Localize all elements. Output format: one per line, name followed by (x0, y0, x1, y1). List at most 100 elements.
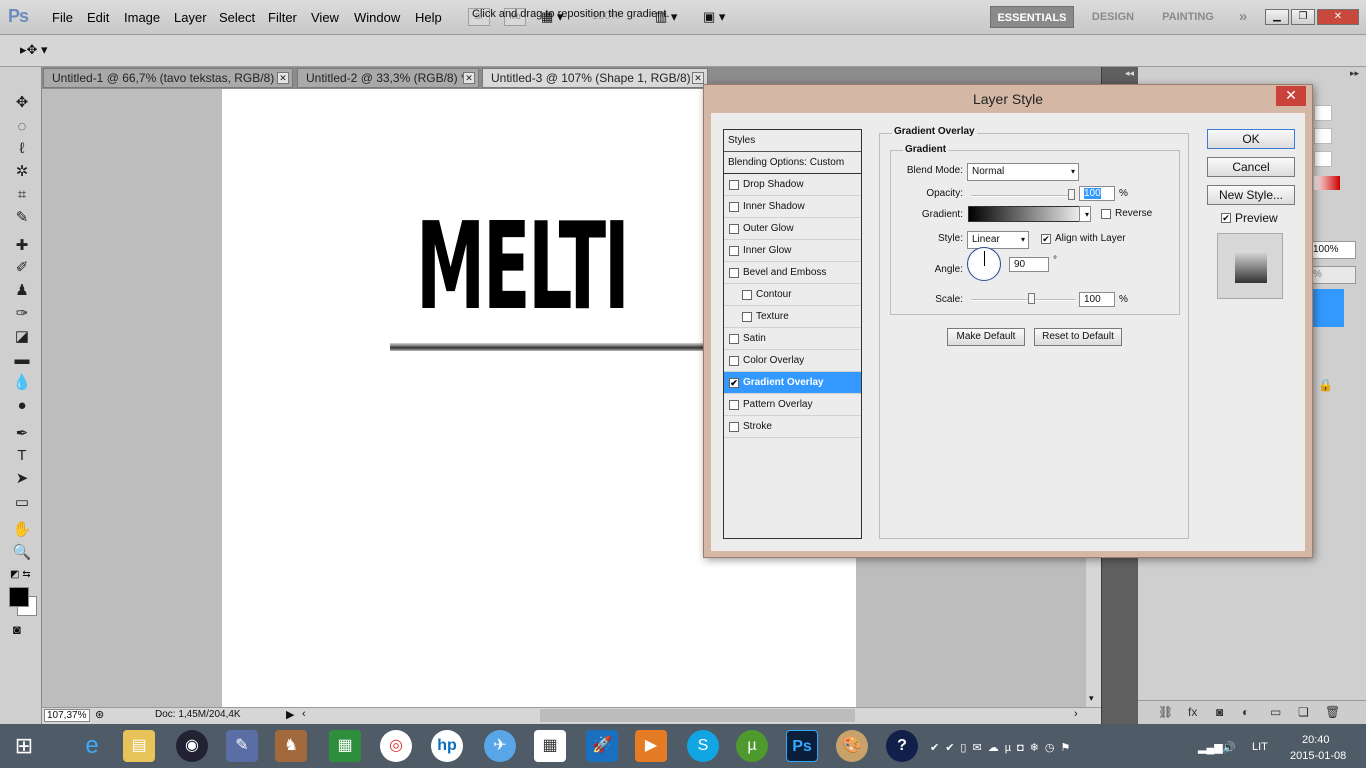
color-ramp[interactable] (1314, 176, 1340, 190)
brush-tool-icon[interactable]: ✐ (11, 258, 33, 278)
style-checkbox[interactable]: ✔ (729, 378, 739, 388)
align-with-layer-checkbox[interactable]: ✔ (1041, 234, 1051, 244)
workspace-essentials[interactable]: ESSENTIALS (990, 6, 1074, 28)
style-checkbox[interactable] (729, 422, 739, 432)
ok-button[interactable]: OK (1207, 129, 1295, 149)
history-brush-icon[interactable]: ✑ (11, 304, 33, 324)
clock-time[interactable]: 20:40 (1302, 734, 1330, 746)
dodge-tool-icon[interactable]: ● (11, 396, 33, 416)
fx-icon[interactable]: fx (1188, 705, 1197, 719)
internet-explorer-icon[interactable]: e (76, 730, 108, 762)
style-row-inner-shadow[interactable]: Inner Shadow (724, 196, 861, 218)
eraser-icon[interactable]: ◪ (11, 327, 33, 347)
reverse-checkbox[interactable] (1101, 209, 1111, 219)
paint-icon[interactable]: 🎨 (836, 730, 868, 762)
collapse-panels-icon[interactable]: ◂◂ (1125, 68, 1134, 79)
menu-file[interactable]: File (52, 10, 73, 25)
add-mask-icon[interactable]: ◙ (1216, 705, 1223, 719)
scroll-down-icon[interactable]: ▾ (1089, 693, 1094, 704)
style-row-gradient-overlay[interactable]: ✔ Gradient Overlay (724, 372, 861, 394)
opacity-field[interactable]: 100% (1310, 241, 1356, 259)
style-row-bevel-and-emboss[interactable]: Bevel and Emboss (724, 262, 861, 284)
move-tool-icon[interactable]: ✥ (11, 93, 33, 113)
minimize-icon[interactable]: ▁ (1265, 9, 1289, 25)
style-checkbox[interactable] (742, 312, 752, 322)
menu-help[interactable]: Help (415, 10, 442, 25)
opacity-input[interactable]: 100 (1079, 186, 1115, 201)
scale-slider[interactable] (971, 299, 1075, 301)
styles-header[interactable]: Styles (724, 130, 861, 152)
menu-edit[interactable]: Edit (87, 10, 109, 25)
more-workspaces-button[interactable]: » (1232, 6, 1254, 28)
app-icon-9[interactable]: ✈ (484, 730, 516, 762)
style-checkbox[interactable] (729, 224, 739, 234)
video-player-icon[interactable]: ▶ (635, 730, 667, 762)
menu-filter[interactable]: Filter (268, 10, 297, 25)
shape-layer-underline[interactable] (390, 343, 708, 351)
clock-date[interactable]: 2015-01-08 (1290, 750, 1346, 762)
adjustment-layer-icon[interactable]: ◐ (1242, 705, 1249, 719)
swap-colors-icon[interactable]: ◩ ⇆ (10, 569, 31, 580)
shape-tool-icon[interactable]: ▭ (11, 493, 33, 513)
quick-mask-icon[interactable]: ◙ (13, 622, 21, 637)
delete-layer-icon[interactable]: 🗑 (1325, 705, 1340, 719)
panel-swatch-1[interactable] (1314, 105, 1332, 121)
close-app-icon[interactable]: ✕ (1317, 9, 1359, 25)
app-icon-4[interactable]: ✎ (226, 730, 258, 762)
rocket-icon[interactable]: 🚀 (586, 730, 618, 762)
scale-slider-thumb[interactable] (1028, 293, 1035, 304)
close-icon[interactable]: ✕ (692, 72, 704, 84)
style-row-drop-shadow[interactable]: Drop Shadow (724, 174, 861, 196)
style-checkbox[interactable] (729, 246, 739, 256)
angle-dial[interactable] (967, 247, 1001, 281)
cancel-button[interactable]: Cancel (1207, 157, 1295, 177)
menu-layer[interactable]: Layer (174, 10, 207, 25)
style-row-contour[interactable]: Contour (724, 284, 861, 306)
zoom-field[interactable]: 107,37% (44, 709, 90, 722)
selected-layer-row[interactable] (1310, 289, 1344, 327)
style-checkbox[interactable] (729, 268, 739, 278)
close-icon[interactable]: ✕ (463, 72, 475, 84)
menu-view[interactable]: View (311, 10, 339, 25)
style-checkbox[interactable] (729, 400, 739, 410)
photoshop-taskbar-icon[interactable]: Ps (786, 730, 818, 762)
hand-tool-icon[interactable]: ✋ (11, 520, 33, 540)
status-menu-arrow-icon[interactable]: ▶ (286, 708, 294, 721)
panel-swatch-3[interactable] (1314, 151, 1332, 167)
clone-stamp-icon[interactable]: ♟ (11, 281, 33, 301)
tab-untitled-2[interactable]: Untitled-2 @ 33,3% (RGB/8) * ✕ (297, 68, 479, 88)
tab-untitled-3[interactable]: Untitled-3 @ 107% (Shape 1, RGB/8) * ✕ (482, 68, 708, 88)
style-checkbox[interactable] (729, 202, 739, 212)
file-explorer-icon[interactable]: ▤ (123, 730, 155, 762)
style-checkbox[interactable] (742, 290, 752, 300)
style-checkbox[interactable] (729, 356, 739, 366)
canvas-text-melti[interactable]: MELTI (416, 208, 630, 328)
style-row-pattern-overlay[interactable]: Pattern Overlay (724, 394, 861, 416)
style-row-outer-glow[interactable]: Outer Glow (724, 218, 861, 240)
menu-image[interactable]: Image (124, 10, 160, 25)
workspace-design[interactable]: DESIGN (1084, 6, 1142, 28)
style-select[interactable]: Linear ▾ (967, 231, 1029, 249)
opacity-slider[interactable] (971, 195, 1075, 197)
close-icon[interactable]: ✕ (277, 72, 289, 84)
workspace-painting[interactable]: PAINTING (1152, 6, 1224, 28)
media-player-icon[interactable]: ◉ (176, 730, 208, 762)
gradient-tool-icon[interactable]: ▬ (11, 350, 33, 370)
help-icon[interactable]: ? (886, 730, 918, 762)
style-row-inner-glow[interactable]: Inner Glow (724, 240, 861, 262)
style-row-texture[interactable]: Texture (724, 306, 861, 328)
utorrent-icon[interactable]: µ (736, 730, 768, 762)
tab-untitled-1[interactable]: Untitled-1 @ 66,7% (tavo tekstas, RGB/8)… (43, 68, 293, 88)
screen-mode-icon[interactable]: ▣ ▾ (703, 9, 725, 25)
language-indicator[interactable]: LIT (1252, 741, 1268, 753)
chrome-icon[interactable]: ◎ (380, 730, 412, 762)
gradient-picker-arrow[interactable]: ▾ (1079, 206, 1091, 222)
opacity-slider-thumb[interactable] (1068, 189, 1075, 200)
style-row-stroke[interactable]: Stroke (724, 416, 861, 438)
eyedropper-icon[interactable]: ✎ (11, 208, 33, 228)
volume-icon[interactable]: 🔊 (1222, 741, 1236, 754)
healing-brush-icon[interactable]: ✚ (11, 236, 33, 256)
new-layer-icon[interactable]: ❏ (1298, 705, 1309, 719)
horizontal-scroll-thumb[interactable] (540, 709, 855, 722)
expand-panels-icon[interactable]: ▸▸ (1350, 68, 1359, 79)
